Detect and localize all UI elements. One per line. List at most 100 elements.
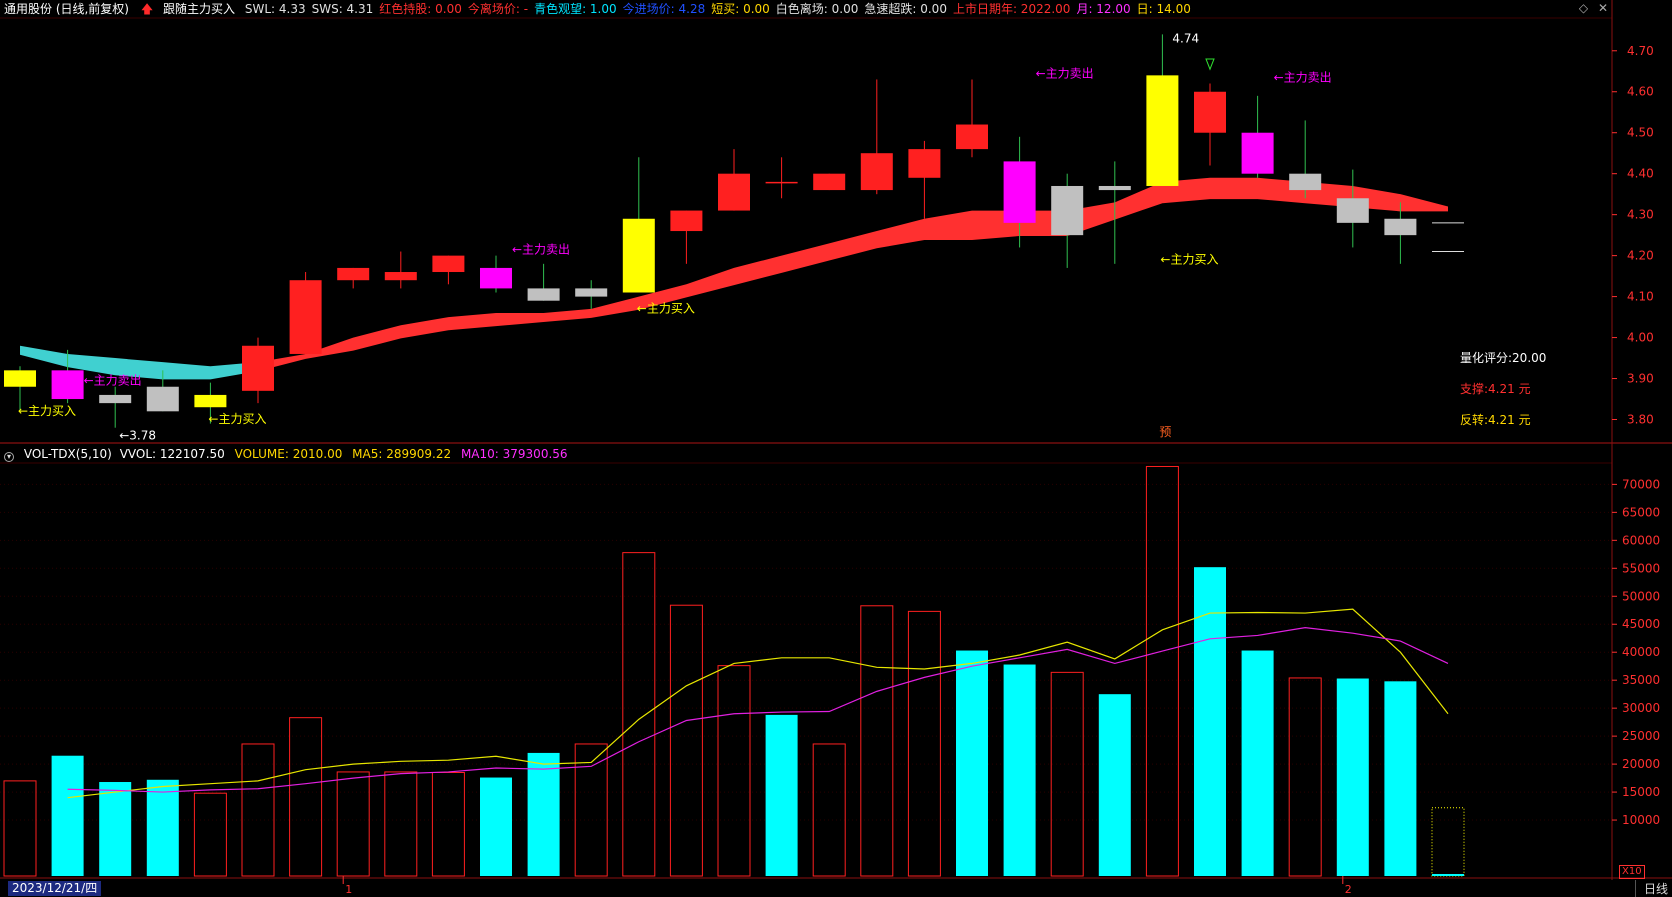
candle[interactable] bbox=[1051, 173, 1084, 268]
volume-bar[interactable] bbox=[1241, 650, 1274, 876]
candle-body bbox=[813, 173, 846, 191]
expand-icon[interactable]: ▾ bbox=[4, 452, 14, 462]
volume-bar[interactable] bbox=[1288, 677, 1322, 877]
candle[interactable] bbox=[575, 280, 608, 309]
candle[interactable] bbox=[860, 79, 893, 195]
window-controls: ◇ ✕ bbox=[1573, 1, 1608, 15]
volume-bar[interactable] bbox=[51, 755, 84, 876]
period-label[interactable]: 日线 bbox=[1634, 880, 1668, 897]
stat-score: 量化评分:20.00 bbox=[1460, 351, 1546, 365]
vol-tick-label: 60000 bbox=[1622, 533, 1660, 547]
candle[interactable] bbox=[432, 255, 465, 285]
volume-bar[interactable] bbox=[765, 714, 798, 876]
candle[interactable] bbox=[1241, 95, 1274, 178]
vol-tick-label: 10000 bbox=[1622, 813, 1660, 827]
volume-bar[interactable] bbox=[669, 604, 703, 877]
volume-bar[interactable] bbox=[384, 771, 418, 877]
volume-bar[interactable] bbox=[860, 605, 894, 877]
volume-bar[interactable] bbox=[717, 665, 751, 877]
volume-bar[interactable] bbox=[146, 779, 179, 876]
candle-body bbox=[1194, 91, 1226, 133]
volume-bar[interactable] bbox=[99, 782, 132, 876]
volume-bar[interactable] bbox=[907, 610, 941, 877]
candle[interactable] bbox=[670, 210, 703, 264]
candle-body bbox=[718, 173, 750, 211]
price-tick-label: 4.60 bbox=[1627, 85, 1654, 99]
price-tick-label: 3.90 bbox=[1627, 372, 1654, 386]
candle[interactable] bbox=[956, 79, 988, 158]
volume-bar[interactable] bbox=[1145, 465, 1179, 877]
candle[interactable] bbox=[1384, 202, 1417, 264]
candle-body bbox=[242, 345, 274, 391]
candle[interactable] bbox=[527, 263, 560, 301]
indicator-value-0: SWL: 4.33 bbox=[244, 2, 306, 16]
candle[interactable] bbox=[242, 337, 274, 404]
volume-bar[interactable] bbox=[1003, 664, 1036, 876]
candle[interactable] bbox=[718, 149, 750, 211]
volume-bar[interactable] bbox=[1384, 681, 1417, 876]
ma10-value: MA10: 379300.56 bbox=[460, 447, 568, 461]
volume-bar[interactable] bbox=[480, 777, 512, 876]
diamond-icon[interactable]: ◇ bbox=[1579, 1, 1588, 15]
candle-body bbox=[622, 218, 655, 293]
candle-body bbox=[1289, 173, 1322, 191]
volume-bar[interactable] bbox=[1431, 807, 1465, 877]
volume-bar[interactable] bbox=[241, 743, 275, 877]
candle-body bbox=[1146, 75, 1179, 186]
candle[interactable] bbox=[1336, 169, 1369, 248]
vol-tick-label: 15000 bbox=[1622, 785, 1660, 799]
candle[interactable] bbox=[1289, 120, 1322, 199]
signal-label-sell: ←主力卖出 bbox=[1274, 71, 1332, 85]
candle[interactable] bbox=[813, 173, 846, 191]
stats-panel: 量化评分:20.00 支撑:4.21 元反转:4.21 元 bbox=[1460, 351, 1546, 427]
candle[interactable] bbox=[289, 272, 322, 354]
candle[interactable] bbox=[908, 140, 941, 219]
vol-tick-label: 45000 bbox=[1622, 617, 1660, 631]
candle[interactable] bbox=[1146, 34, 1179, 186]
candle[interactable] bbox=[99, 386, 132, 428]
price-tick-label: 4.30 bbox=[1627, 208, 1654, 222]
price-tick-label: 4.00 bbox=[1627, 331, 1654, 345]
candle[interactable] bbox=[480, 255, 512, 293]
vol-tick-label: 40000 bbox=[1622, 645, 1660, 659]
price-tick-label: 4.40 bbox=[1627, 167, 1654, 181]
signal-label-buy: ←主力买入 bbox=[637, 302, 695, 316]
volume-bar[interactable] bbox=[193, 792, 227, 877]
candle-body bbox=[765, 181, 798, 184]
vol-name[interactable]: VOL-TDX(5,10) bbox=[24, 447, 112, 461]
candle[interactable] bbox=[765, 157, 798, 199]
candle-body bbox=[1051, 185, 1084, 236]
indicator-value-10: 月: 12.00 bbox=[1076, 2, 1131, 16]
volume-ma-lines bbox=[67, 608, 1449, 799]
volume-bar[interactable] bbox=[3, 780, 37, 877]
volume-bar[interactable] bbox=[527, 752, 560, 876]
indicator-value-8: 急速超跌: 0.00 bbox=[864, 2, 947, 16]
volume-bars[interactable] bbox=[3, 465, 1465, 877]
candle-body bbox=[860, 153, 893, 191]
stock-title[interactable]: 通用股份 (日线,前复权) bbox=[4, 2, 129, 16]
close-icon[interactable]: ✕ bbox=[1598, 1, 1608, 15]
volume-bar[interactable] bbox=[1050, 671, 1084, 877]
volume-bar[interactable] bbox=[289, 717, 323, 877]
vol-tick-label: 55000 bbox=[1622, 561, 1660, 575]
volume-bar[interactable] bbox=[622, 552, 656, 877]
price-tick-label: 3.80 bbox=[1627, 413, 1654, 427]
volume-bar[interactable] bbox=[1098, 694, 1131, 876]
month-marker: 1 bbox=[345, 883, 352, 896]
candle[interactable] bbox=[1194, 83, 1226, 166]
candle[interactable] bbox=[622, 157, 655, 293]
axis-multiplier[interactable]: X10 bbox=[1619, 865, 1645, 879]
price-tick-label: 4.50 bbox=[1627, 126, 1654, 140]
candle[interactable] bbox=[337, 267, 370, 289]
indicator-name[interactable]: 跟随主力买入 bbox=[163, 2, 235, 16]
volume-bar[interactable] bbox=[1336, 678, 1369, 876]
indicator-value-5: 今进场价: 4.28 bbox=[622, 2, 706, 16]
volume-bar[interactable] bbox=[431, 772, 465, 877]
indicator-value-7: 白色离场: 0.00 bbox=[775, 2, 859, 16]
arrow-up-icon: 🡅 bbox=[140, 2, 154, 16]
candle[interactable] bbox=[384, 251, 417, 289]
volume-bar[interactable] bbox=[956, 650, 988, 876]
vol-tick-label: 50000 bbox=[1622, 589, 1660, 603]
stat-reversal: 反转:4.21 元 bbox=[1460, 412, 1531, 427]
volume-bar[interactable] bbox=[336, 771, 370, 877]
